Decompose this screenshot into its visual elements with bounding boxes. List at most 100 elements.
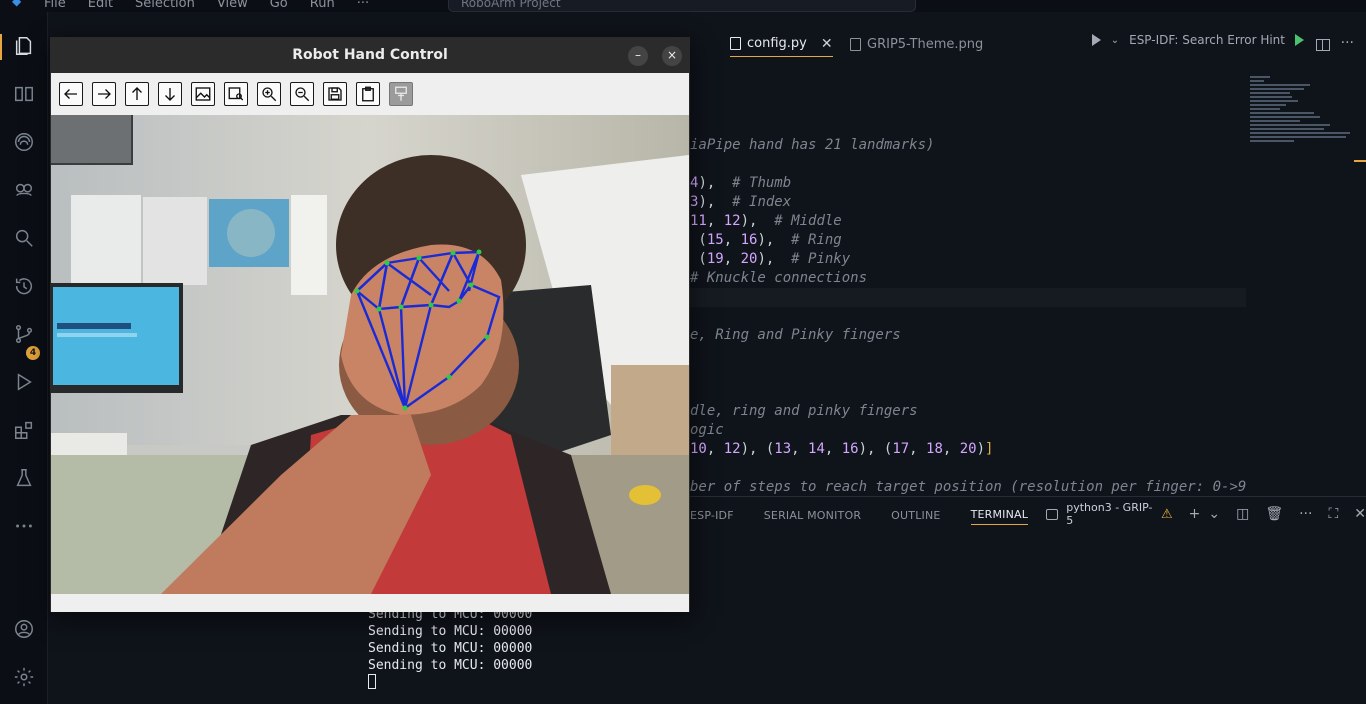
robot-hand-control-window[interactable]: Robot Hand Control – ×: [50, 37, 690, 612]
tab-serial-monitor[interactable]: SERIAL MONITOR: [764, 509, 861, 522]
close-tab-icon[interactable]: ✕: [821, 36, 833, 52]
code-line[interactable]: e, Ring and Pinky fingers: [690, 326, 1250, 345]
search-icon[interactable]: [12, 226, 36, 250]
tab-outline[interactable]: OUTLINE: [891, 509, 940, 522]
account-icon[interactable]: [12, 617, 36, 641]
run-play-icon[interactable]: [1091, 34, 1101, 46]
code-line[interactable]: [690, 307, 1250, 326]
tab-config-py[interactable]: config.py ✕: [730, 31, 833, 57]
camera-image: [51, 115, 689, 594]
code-line[interactable]: [690, 383, 1250, 402]
minimap[interactable]: [1250, 76, 1354, 156]
arrow-down-icon[interactable]: [158, 82, 182, 106]
terminal-line: Sending to MCU: 00000: [368, 624, 533, 639]
tab-esp-idf[interactable]: ESP-IDF: [690, 509, 734, 522]
tab-label: GRIP5-Theme.png: [867, 36, 984, 52]
run-area: ⌄ ESP-IDF: Search Error Hint: [1091, 33, 1304, 47]
menu-edit[interactable]: Edit: [88, 0, 113, 11]
file-icon: [730, 37, 741, 50]
code-line[interactable]: [690, 364, 1250, 383]
terminal-icon: [1046, 508, 1059, 520]
maximize-panel-icon[interactable]: ⛶: [1328, 506, 1338, 522]
code-line[interactable]: 11, 12), # Middle: [690, 212, 1250, 231]
code-line[interactable]: ogic: [690, 421, 1250, 440]
settings-gear-icon[interactable]: [12, 665, 36, 689]
esp-idf-hint-button[interactable]: ESP-IDF: Search Error Hint: [1129, 33, 1285, 47]
zoom-out-icon[interactable]: [290, 82, 314, 106]
split-terminal-icon[interactable]: ◫: [1236, 506, 1249, 522]
testing-icon[interactable]: [12, 466, 36, 490]
more-views-icon[interactable]: [12, 514, 36, 538]
new-terminal-icon[interactable]: +: [1189, 506, 1201, 522]
extensions-icon[interactable]: [12, 418, 36, 442]
code-editor[interactable]: iaPipe hand has 21 landmarks) 4), # Thumb…: [690, 136, 1250, 497]
terminal-toolbar: python3 - GRIP-5 ⚠ + ⌄ ◫ 🗑 ··· ⛶ ✕: [1046, 501, 1366, 527]
code-line[interactable]: (19, 20), # Pinky: [690, 250, 1250, 269]
menu-more[interactable]: ···: [357, 0, 369, 11]
camera-feed: [51, 115, 689, 594]
window-toolbar: [51, 73, 689, 115]
menu-selection[interactable]: Selection: [135, 0, 195, 11]
panel-divider: [690, 496, 1366, 497]
close-button[interactable]: ×: [662, 46, 682, 66]
tab-terminal[interactable]: TERMINAL: [970, 508, 1029, 525]
image-icon[interactable]: [191, 82, 215, 106]
command-center[interactable]: RoboArm Project: [448, 0, 916, 12]
code-line[interactable]: 10, 12), (13, 14, 16), (17, 18, 20)]: [690, 440, 1250, 459]
platformio-icon[interactable]: [12, 130, 36, 154]
vscode-logo-icon: ◆: [12, 0, 22, 8]
code-text: 10, 12), (13, 14, 16), (17, 18, 20)]: [690, 441, 994, 457]
explorer-icon[interactable]: [12, 34, 36, 58]
code-line[interactable]: 4), # Thumb: [690, 174, 1250, 193]
arrow-right-icon[interactable]: [92, 82, 116, 106]
more-icon[interactable]: ···: [1299, 506, 1312, 522]
chevron-down-icon[interactable]: ⌄: [1111, 35, 1119, 46]
code-comment: e, Ring and Pinky fingers: [690, 327, 901, 343]
code-line[interactable]: dle, ring and pinky fingers: [690, 402, 1250, 421]
source-control-icon[interactable]: [12, 322, 36, 346]
split-editor-icon[interactable]: [1316, 39, 1330, 51]
code-text: (15, 16),: [690, 232, 792, 248]
arrow-up-icon[interactable]: [125, 82, 149, 106]
save-icon[interactable]: [323, 82, 347, 106]
code-line[interactable]: [690, 345, 1250, 364]
code-line[interactable]: # Knuckle connections: [690, 269, 1250, 288]
close-panel-icon[interactable]: ✕: [1354, 506, 1366, 522]
esp-run-icon[interactable]: [1295, 34, 1304, 46]
chevron-down-icon[interactable]: ⌄: [1208, 506, 1220, 522]
code-text: 11, 12),: [690, 213, 775, 229]
zoom-in-icon[interactable]: [257, 82, 281, 106]
minimize-button[interactable]: –: [628, 46, 648, 66]
image-search-icon[interactable]: [224, 82, 248, 106]
menu-file[interactable]: File: [44, 0, 66, 11]
run-debug-icon[interactable]: [12, 370, 36, 394]
code-comment: # Middle: [774, 213, 842, 229]
menu-run[interactable]: Run: [310, 0, 335, 11]
trash-icon[interactable]: 🗑: [1265, 506, 1283, 522]
copilot-icon[interactable]: [12, 178, 36, 202]
tab-label: config.py: [747, 36, 807, 51]
code-line[interactable]: [690, 155, 1250, 174]
book-icon[interactable]: [12, 82, 36, 106]
menu-view[interactable]: View: [217, 0, 248, 11]
code-comment: # Knuckle connections: [690, 270, 868, 286]
code-line[interactable]: [690, 459, 1250, 478]
code-line[interactable]: [690, 288, 1250, 307]
properties-icon[interactable]: [389, 82, 413, 106]
code-line[interactable]: ber of steps to reach target position (r…: [690, 478, 1250, 497]
more-actions-icon[interactable]: ···: [1341, 35, 1354, 51]
tab-grip5-theme[interactable]: GRIP5-Theme.png: [850, 31, 983, 57]
code-line[interactable]: (15, 16), # Ring: [690, 231, 1250, 250]
arrow-left-icon[interactable]: [59, 82, 83, 106]
code-line[interactable]: 3), # Index: [690, 193, 1250, 212]
code-comment: ber of steps to reach target position (r…: [690, 479, 1247, 495]
clipboard-icon[interactable]: [356, 82, 380, 106]
title-bar: ◆ File Edit Selection View Go Run ··· Ro…: [0, 0, 1366, 12]
code-comment: iaPipe hand has 21 landmarks): [690, 137, 935, 153]
menu-go[interactable]: Go: [270, 0, 288, 11]
terminal-name[interactable]: python3 - GRIP-5: [1066, 501, 1153, 527]
code-text: (19, 20),: [690, 251, 792, 267]
code-line[interactable]: iaPipe hand has 21 landmarks): [690, 136, 1250, 155]
timeline-icon[interactable]: [12, 274, 36, 298]
code-comment: dle, ring and pinky fingers: [690, 403, 918, 419]
